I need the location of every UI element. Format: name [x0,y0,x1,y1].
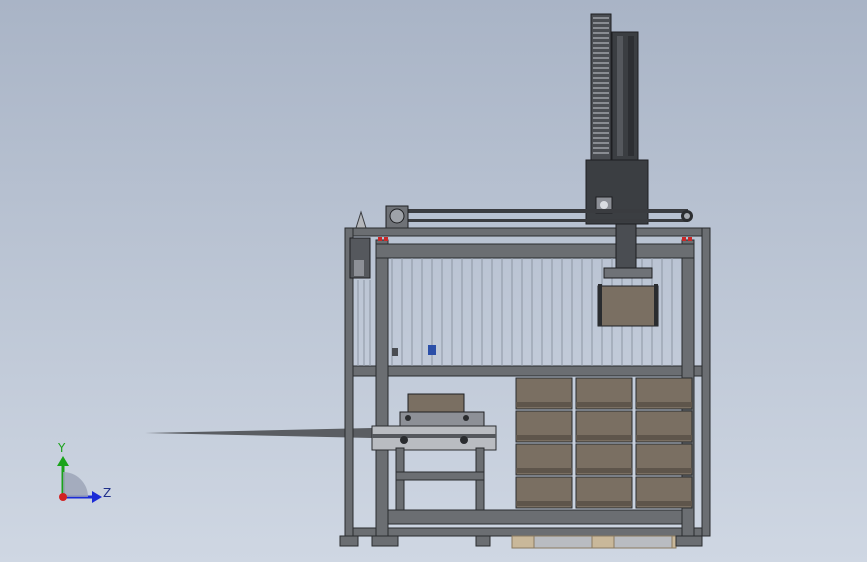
vertical-column [590,13,639,161]
drive-box [585,159,649,225]
limit-markers [378,237,692,241]
cad-viewport[interactable]: Y Z [0,0,867,562]
infeed-conveyor [371,393,497,511]
machine-model-view[interactable] [0,0,867,562]
z-axis-label: Z [103,486,112,500]
box-stacks [515,377,693,509]
axis-triad [57,456,102,503]
origin-dot [59,493,67,501]
spike-rod [145,428,372,438]
y-axis-label: Y [58,441,66,455]
gripper [597,223,659,327]
left-actuator [349,237,371,279]
feet-and-pallet [339,535,703,549]
sensor [392,345,436,356]
